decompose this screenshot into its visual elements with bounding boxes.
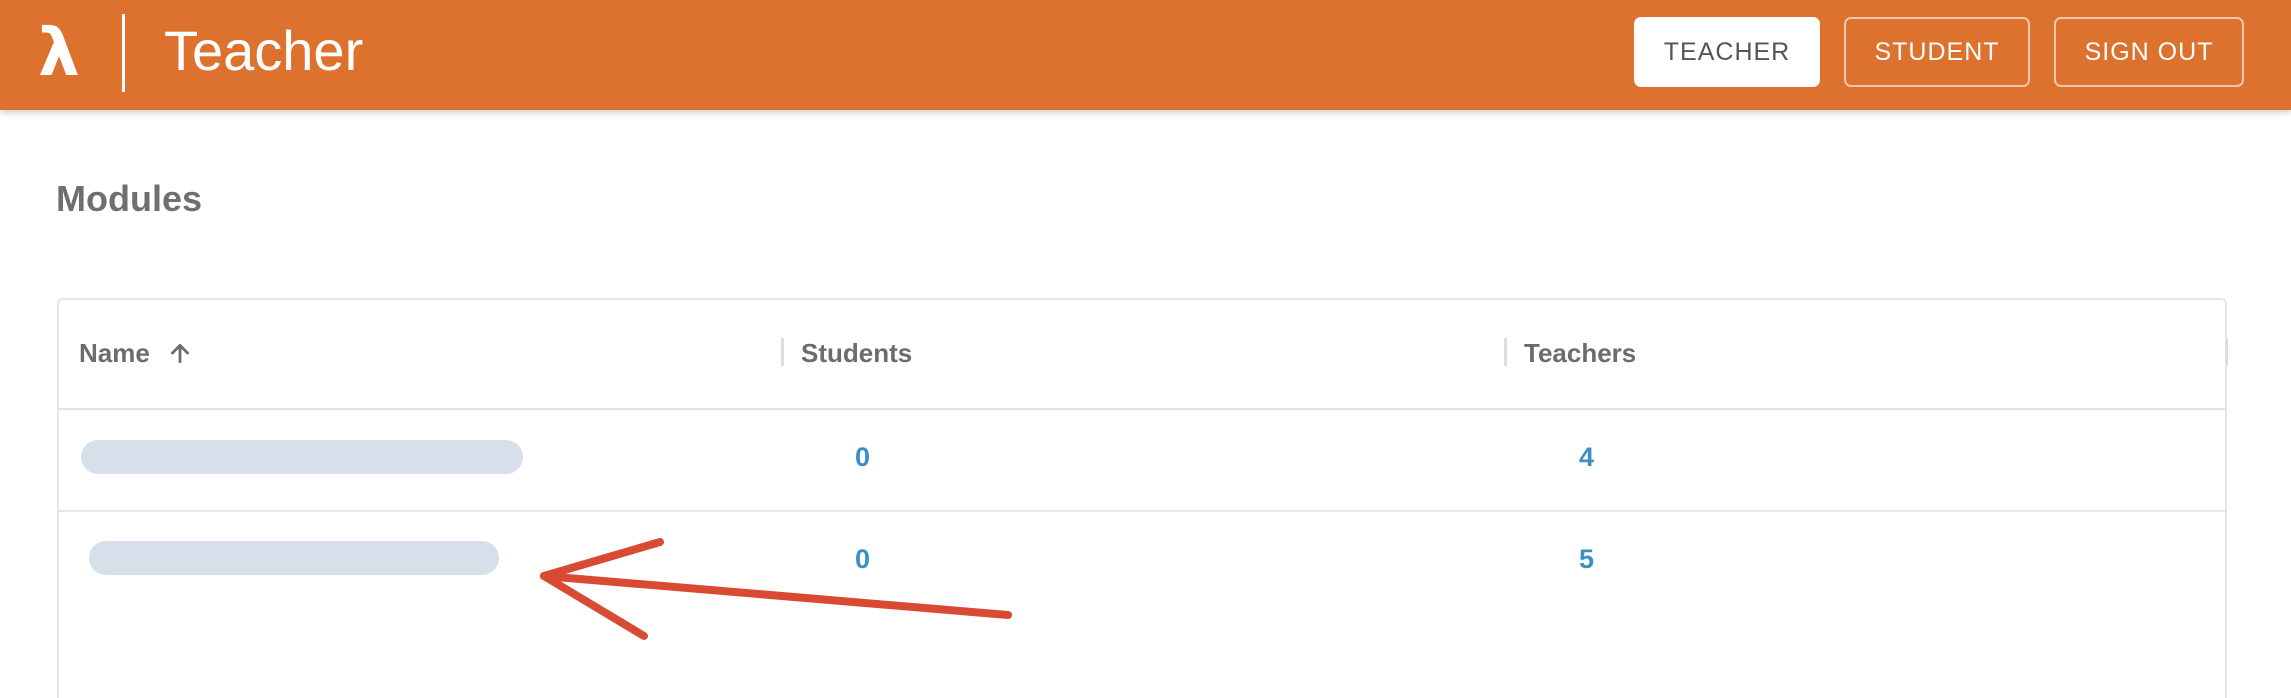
table-header: Name Students Teachers [59,300,2228,410]
app-title: Teacher [164,19,364,82]
page-title: Modules [56,178,203,219]
column-resize-handle[interactable] [2225,338,2228,366]
teachers-count[interactable]: 5 [1579,544,1594,575]
teacher-button[interactable]: TEACHER [1634,17,1820,87]
students-count[interactable]: 0 [855,442,870,473]
column-header-teachers[interactable]: Teachers [1524,338,1636,369]
arrow-up-icon[interactable] [167,340,193,366]
column-header-students[interactable]: Students [801,338,912,369]
top-app-bar: λ Teacher TEACHER STUDENT SIGN OUT [0,0,2291,110]
column-resize-handle[interactable] [781,338,784,366]
modules-table: Name Students Teachers 0 4 0 5 [57,298,2228,698]
lambda-icon[interactable]: λ [38,8,88,98]
sign-out-button[interactable]: SIGN OUT [2054,17,2244,87]
student-button[interactable]: STUDENT [1844,17,2030,87]
table-row[interactable]: 0 4 [59,410,2225,512]
column-resize-handle[interactable] [1504,338,1507,366]
teachers-count[interactable]: 4 [1579,442,1594,473]
module-name[interactable] [89,541,499,575]
students-count[interactable]: 0 [855,544,870,575]
header-divider [122,14,125,92]
module-name[interactable] [81,440,523,474]
column-header-name[interactable]: Name [79,338,150,369]
table-row[interactable]: 0 5 [59,512,2225,612]
